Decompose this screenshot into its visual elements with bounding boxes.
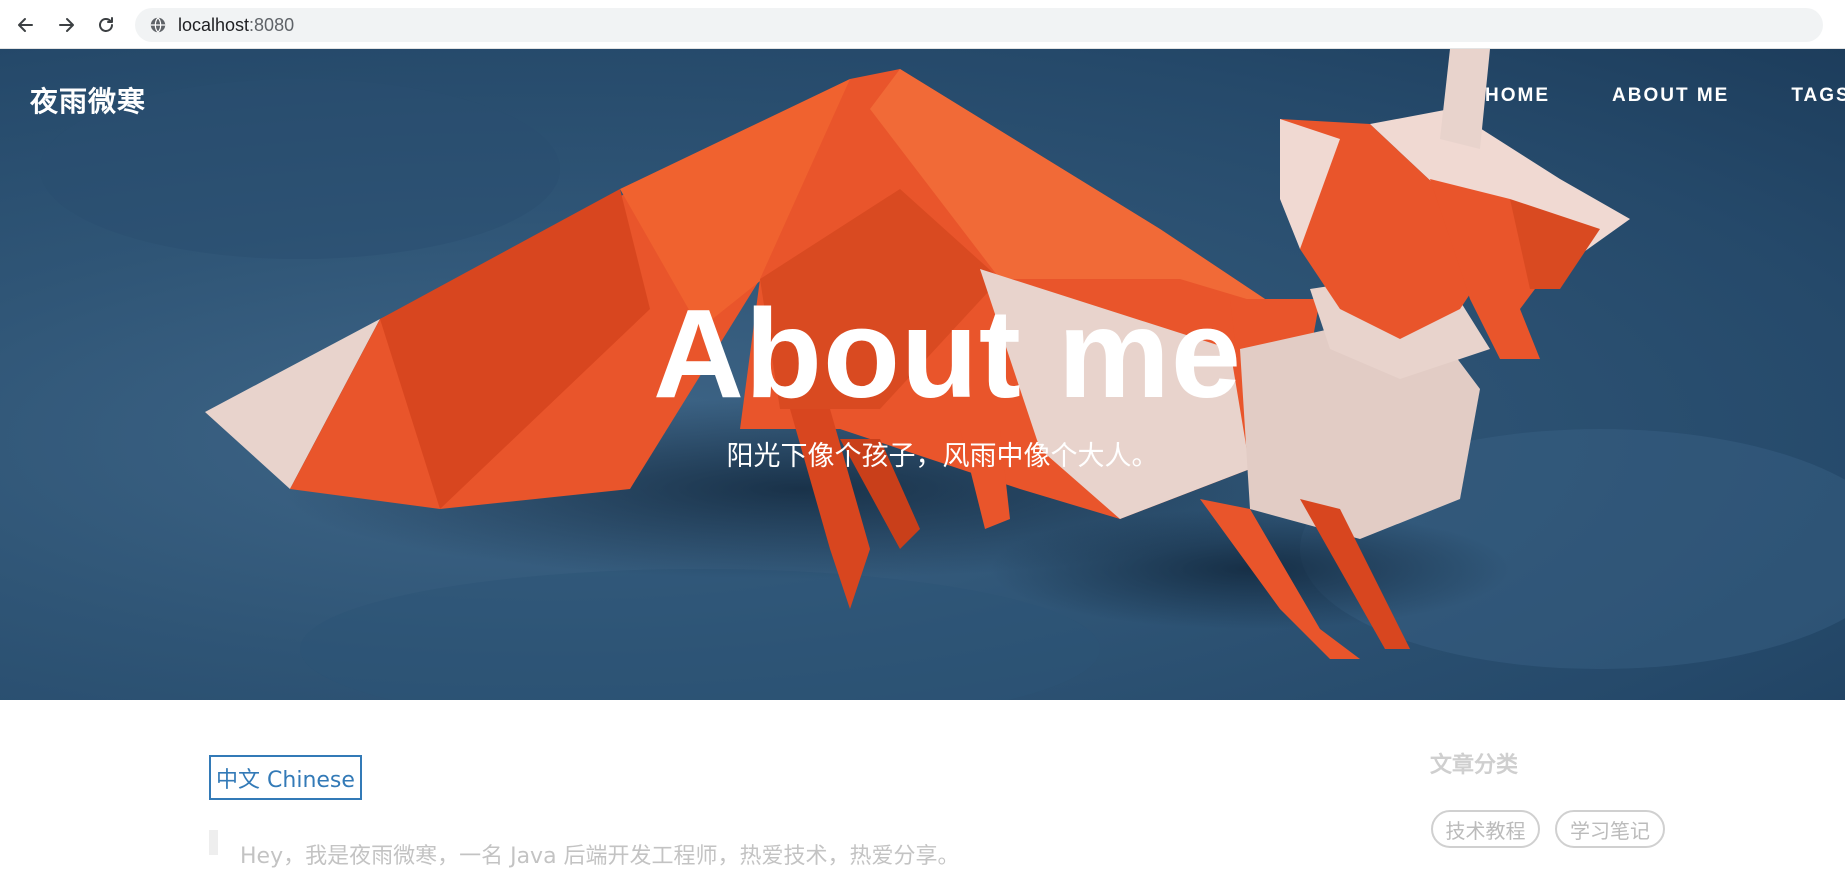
reload-icon bbox=[99, 17, 113, 32]
nav-link-tags[interactable]: TAGS bbox=[1791, 85, 1845, 107]
nav-link-about-me[interactable]: ABOUT ME bbox=[1612, 85, 1729, 107]
tag-chip[interactable]: 技术教程 bbox=[1431, 810, 1540, 848]
page-title: About me bbox=[653, 283, 1242, 424]
arrow-left-icon bbox=[18, 18, 33, 32]
blockquote-bar bbox=[209, 830, 218, 855]
tag-chip[interactable]: 学习笔记 bbox=[1555, 810, 1665, 848]
forward-button[interactable] bbox=[51, 10, 81, 40]
url-host: localhost bbox=[178, 14, 250, 35]
language-switch-button[interactable]: 中文 Chinese bbox=[209, 755, 362, 800]
reload-button[interactable] bbox=[91, 10, 121, 40]
intro-text: Hey，我是夜雨微寒，一名 Java 后端开发工程师，热爱技术，热爱分享。 bbox=[240, 844, 960, 869]
hero-banner: 夜雨微寒 HOME ABOUT ME TAGS About me 阳光下像个孩子… bbox=[0, 49, 1845, 700]
sidebar-heading: 文章分类 bbox=[1430, 753, 1519, 778]
site-brand[interactable]: 夜雨微寒 bbox=[30, 80, 146, 120]
nav-link-home[interactable]: HOME bbox=[1485, 85, 1550, 107]
top-navigation: HOME ABOUT ME TAGS bbox=[1485, 85, 1845, 107]
arrow-right-icon bbox=[59, 18, 74, 32]
browser-toolbar: localhost:8080 bbox=[0, 0, 1845, 49]
address-bar[interactable]: localhost:8080 bbox=[135, 8, 1823, 42]
back-button[interactable] bbox=[11, 10, 41, 40]
globe-icon bbox=[148, 15, 168, 35]
url-text: localhost:8080 bbox=[178, 15, 294, 36]
url-port: :8080 bbox=[249, 14, 295, 35]
page-subtitle: 阳光下像个孩子，风雨中像个大人。 bbox=[726, 441, 1159, 472]
